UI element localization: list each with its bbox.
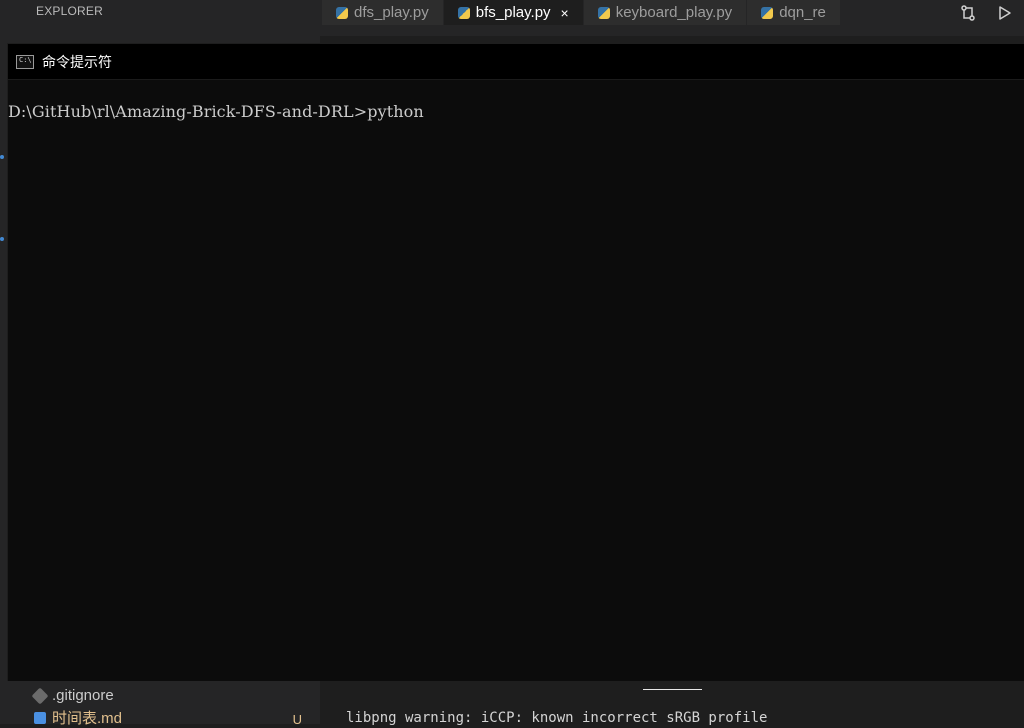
compare-changes-icon[interactable] (958, 3, 978, 23)
command-prompt-window[interactable]: 命令提示符 D:\GitHub\rl\Amazing-Brick-DFS-and… (7, 43, 1024, 681)
git-icon (31, 687, 49, 704)
tab-dqn[interactable]: dqn_re (747, 0, 841, 25)
command-prompt-body[interactable]: D:\GitHub\rl\Amazing-Brick-DFS-and-DRL>p… (8, 80, 1024, 681)
untracked-badge: U (292, 712, 302, 727)
python-file-icon (457, 6, 470, 19)
command-prompt-line[interactable]: D:\GitHub\rl\Amazing-Brick-DFS-and-DRL>p… (8, 102, 424, 121)
tab-label: dqn_re (779, 4, 826, 21)
editor-top-actions (958, 0, 1014, 25)
gutter-indicator (0, 237, 4, 241)
tab-keyboard-play[interactable]: keyboard_play.py (583, 0, 748, 25)
tab-bfs-play[interactable]: bfs_play.py × (443, 0, 584, 25)
file-name: .gitignore (52, 687, 114, 704)
tab-label: keyboard_play.py (615, 4, 733, 21)
command-prompt-title: 命令提示符 (42, 54, 112, 71)
tab-dfs-play[interactable]: dfs_play.py (322, 0, 444, 25)
file-item-gitignore[interactable]: .gitignore (31, 687, 114, 704)
tab-label: bfs_play.py (475, 4, 551, 21)
python-file-icon (597, 6, 610, 19)
python-file-icon (336, 6, 348, 19)
file-item-markdown[interactable]: 时间表.md (34, 707, 122, 728)
python-file-icon (761, 6, 774, 19)
command-prompt-titlebar[interactable]: 命令提示符 (8, 44, 1024, 80)
markdown-icon (34, 711, 46, 724)
gutter-indicator (0, 155, 4, 159)
run-icon[interactable] (994, 3, 1014, 23)
close-icon[interactable]: × (561, 6, 569, 20)
explorer-title: EXPLORER (36, 4, 103, 18)
editor-tabs: dfs_play.py bfs_play.py × keyboard_play.… (322, 0, 841, 25)
command-prompt-icon (16, 54, 34, 69)
explorer-file-list: .gitignore 时间表.md U (0, 686, 320, 727)
file-name: 时间表.md (52, 710, 123, 727)
tab-label: dfs_play.py (354, 4, 429, 21)
